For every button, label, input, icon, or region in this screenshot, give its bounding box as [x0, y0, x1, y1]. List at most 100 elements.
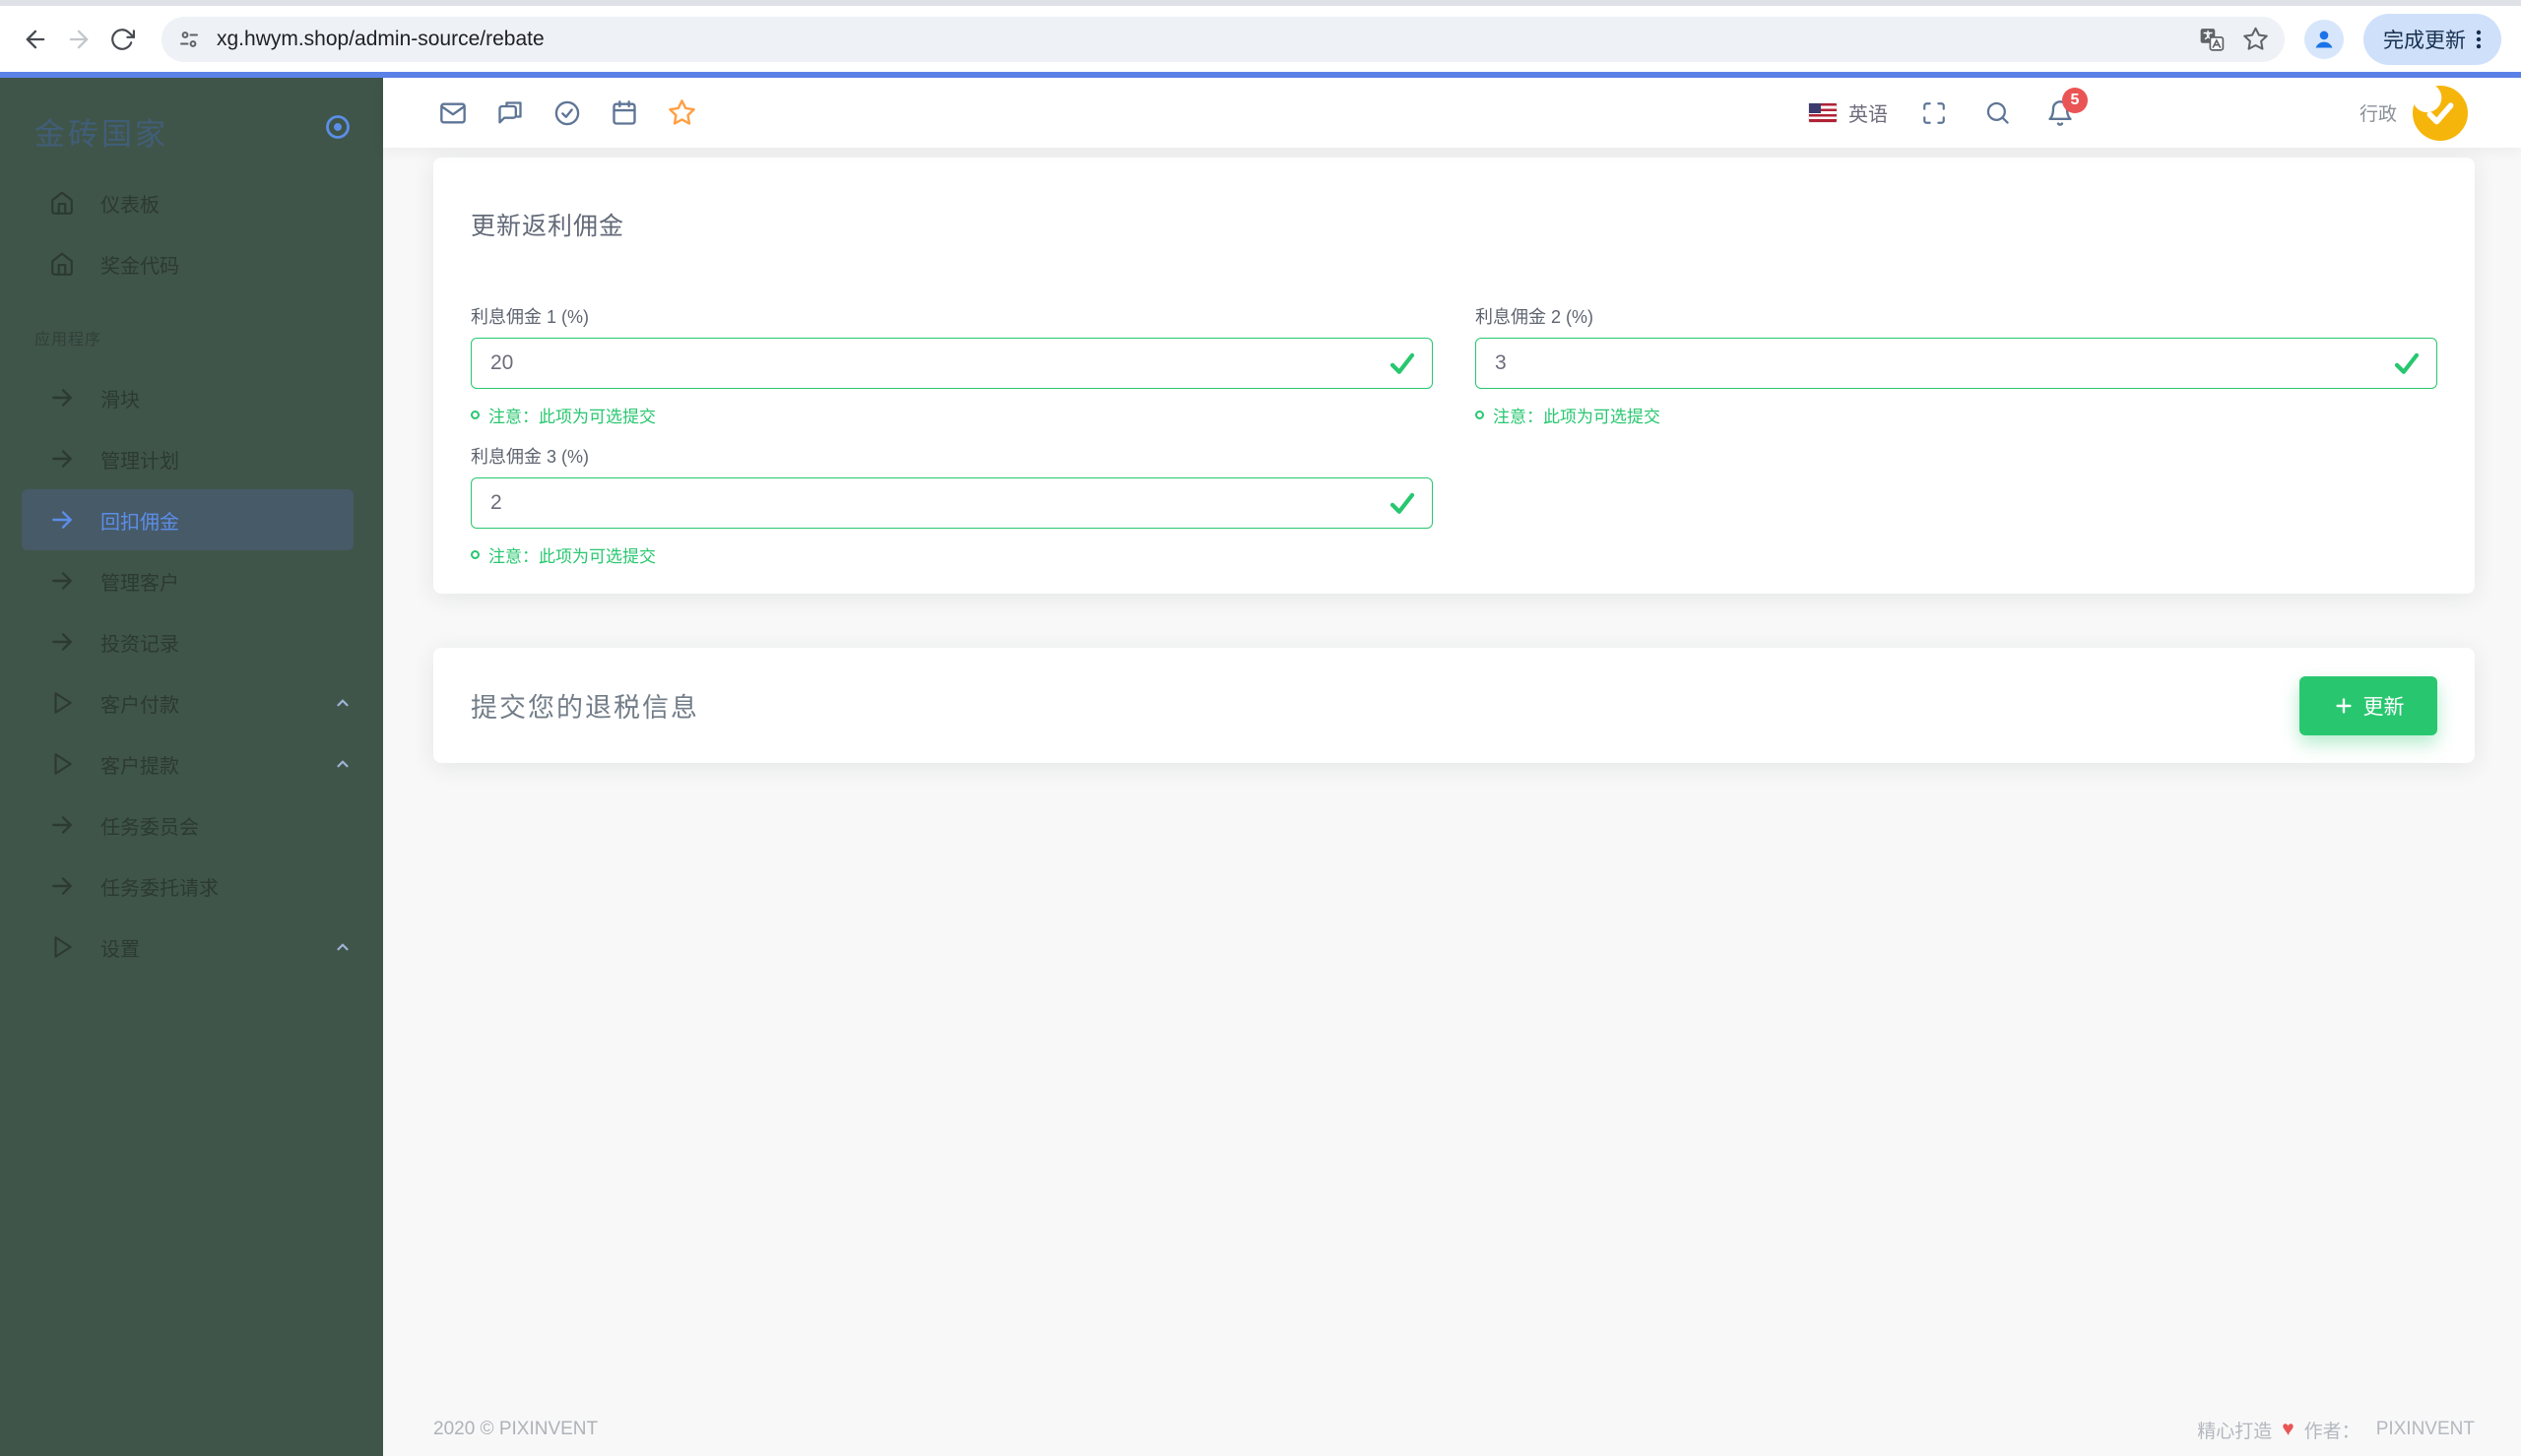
arrow-right-icon	[52, 877, 72, 895]
footer-made-with: 精心打造	[2197, 1421, 2273, 1442]
play-icon	[54, 753, 72, 775]
chevron-up-icon	[337, 943, 349, 951]
kebab-menu-icon[interactable]	[2466, 27, 2491, 52]
hint-bullet-icon	[1475, 411, 1484, 419]
tax-update-button[interactable]: 更新	[2299, 675, 2437, 735]
navbar-right: 英语 5 行政	[1808, 85, 2468, 141]
footer-credit: 精心打造 ♥ 作者： PIXINVENT	[2197, 1417, 2475, 1443]
check-circle-icon[interactable]	[553, 99, 581, 127]
app-navbar: 英语 5 行政	[383, 78, 2521, 148]
hint-bullet-icon	[471, 550, 480, 559]
sidebar-item-label: 管理计划	[100, 450, 179, 473]
card-title: 更新返利佣金	[471, 213, 625, 240]
site-settings-icon[interactable]	[177, 28, 201, 51]
chevron-up-icon	[337, 699, 349, 707]
app-frame: 金砖国家 仪表板 奖金代码 应用程序 滑块 管理计划 回扣佣金 管理客户 投资记…	[0, 78, 2521, 1456]
translate-icon[interactable]	[2199, 27, 2225, 52]
sidebar-item-label: 回扣佣金	[100, 511, 179, 534]
bookmark-star-icon[interactable]	[2242, 26, 2269, 52]
url-text[interactable]: xg.hwym.shop/admin-source/rebate	[217, 28, 2181, 51]
address-bar[interactable]: xg.hwym.shop/admin-source/rebate	[162, 16, 2285, 62]
fullscreen-icon[interactable]	[1921, 100, 1947, 126]
hint-text: 注意：此项为可选提交	[488, 408, 656, 426]
reload-icon	[111, 28, 135, 50]
footer-copyright: 2020 © PIXINVENT	[433, 1419, 599, 1439]
mail-icon[interactable]	[439, 99, 467, 127]
footer-author: PIXINVENT	[2375, 1419, 2475, 1439]
tax-update-label: 更新	[2362, 695, 2405, 719]
tax-info-card: 提交您的退税信息 更新	[433, 648, 2475, 763]
sidebar-item-label: 奖金代码	[100, 255, 179, 278]
sidebar-item-rebate-commission[interactable]: 回扣佣金	[22, 489, 354, 550]
arrow-right-icon	[52, 816, 72, 834]
home-icon	[51, 191, 73, 215]
sidebar-item-label: 投资记录	[100, 633, 179, 656]
rebate-commission-card: 更新返利佣金 利息佣金 1 (%) 注意：此项为可选提交 利息佣金 2 (%)	[433, 158, 2475, 594]
chrome-update-label: 完成更新	[2383, 29, 2466, 52]
search-icon[interactable]	[1984, 99, 2011, 126]
browser-toolbar: xg.hwym.shop/admin-source/rebate 完成更新	[0, 6, 2521, 72]
sidebar-item-label: 客户付款	[100, 694, 179, 717]
sidebar-section-label: 应用程序	[34, 332, 102, 348]
language-selector[interactable]: 英语	[1848, 98, 1888, 127]
valid-check-icon	[1390, 492, 1415, 514]
disc-icon	[326, 115, 350, 139]
commission-3-input[interactable]	[471, 477, 1433, 529]
sidebar-item-settings[interactable]: 设置	[0, 917, 383, 978]
valid-check-icon	[2394, 352, 2420, 374]
arrow-right-icon	[52, 633, 72, 651]
sidebar-item-client-withdrawals[interactable]: 客户提款	[0, 733, 383, 794]
sidebar: 金砖国家 仪表板 奖金代码 应用程序 滑块 管理计划 回扣佣金 管理客户 投资记…	[0, 78, 383, 1456]
sidebar-item-client-payments[interactable]: 客户付款	[0, 672, 383, 733]
field-hint: 注意：此项为可选提交	[1475, 403, 2437, 427]
rebate-form: 利息佣金 1 (%) 注意：此项为可选提交 利息佣金 2 (%)	[471, 303, 2437, 567]
commission-2-label: 利息佣金 2 (%)	[1475, 307, 1594, 327]
browser-back-button[interactable]	[14, 18, 57, 61]
commission-field-2: 利息佣金 2 (%) 注意：此项为可选提交	[1475, 303, 2437, 427]
sidebar-item-task-committee[interactable]: 任务委员会	[0, 794, 383, 855]
play-icon	[54, 692, 72, 714]
hint-text: 注意：此项为可选提交	[488, 547, 656, 566]
notification-badge: 5	[2061, 87, 2088, 113]
home-icon	[51, 252, 73, 276]
browser-profile-button[interactable]	[2304, 19, 2344, 59]
star-icon[interactable]	[668, 98, 696, 127]
hint-text: 注意：此项为可选提交	[1493, 408, 1660, 426]
sidebar-item-task-requests[interactable]: 任务委托请求	[0, 855, 383, 917]
sidebar-item-bonus-code[interactable]: 奖金代码	[0, 233, 383, 294]
sidebar-item-label: 滑块	[100, 389, 140, 411]
main-content: 英语 5 行政 更新返利佣金 利息佣金 1 (%) 20 注意：此项为可选提交 …	[383, 78, 2521, 1456]
sidebar-item-label: 管理客户	[100, 572, 179, 595]
menu-collapse-toggle[interactable]	[324, 113, 352, 141]
arrow-right-icon	[52, 389, 72, 407]
user-role-label[interactable]: 行政	[2359, 99, 2397, 126]
commission-field-3: 利息佣金 3 (%) 注意：此项为可选提交	[471, 443, 1433, 567]
chat-icon[interactable]	[496, 99, 524, 127]
commission-1-input[interactable]	[471, 338, 1433, 389]
commission-2-input[interactable]	[1475, 338, 2437, 389]
hint-bullet-icon	[471, 411, 480, 419]
calendar-icon[interactable]	[611, 99, 638, 127]
browser-forward-button[interactable]	[57, 18, 100, 61]
brand-title[interactable]: 金砖国家	[34, 109, 168, 154]
field-hint: 注意：此项为可选提交	[471, 542, 1433, 567]
chrome-update-button[interactable]: 完成更新	[2363, 13, 2501, 65]
us-flag-icon[interactable]	[1808, 103, 1837, 122]
sidebar-item-slider[interactable]: 滑块	[0, 367, 383, 428]
sidebar-item-manage-clients[interactable]: 管理客户	[0, 550, 383, 611]
commission-3-label: 利息佣金 3 (%)	[471, 447, 590, 467]
browser-reload-button[interactable]	[100, 18, 144, 61]
navbar-shortcuts	[439, 98, 696, 127]
notifications-button[interactable]: 5	[2046, 87, 2088, 127]
profile-person-icon	[2315, 31, 2333, 47]
sidebar-item-manage-plans[interactable]: 管理计划	[0, 428, 383, 489]
sidebar-item-dashboard[interactable]: 仪表板	[0, 172, 383, 233]
arrow-right-icon	[52, 511, 72, 529]
field-hint: 注意：此项为可选提交	[471, 403, 1433, 427]
sidebar-item-label: 设置	[100, 938, 140, 961]
valid-check-icon	[1390, 352, 1415, 374]
avatar-check-icon	[2426, 101, 2454, 124]
sidebar-item-investment-records[interactable]: 投资记录	[0, 611, 383, 672]
commission-1-label: 利息佣金 1 (%)	[471, 307, 590, 327]
user-avatar[interactable]	[2413, 85, 2468, 141]
